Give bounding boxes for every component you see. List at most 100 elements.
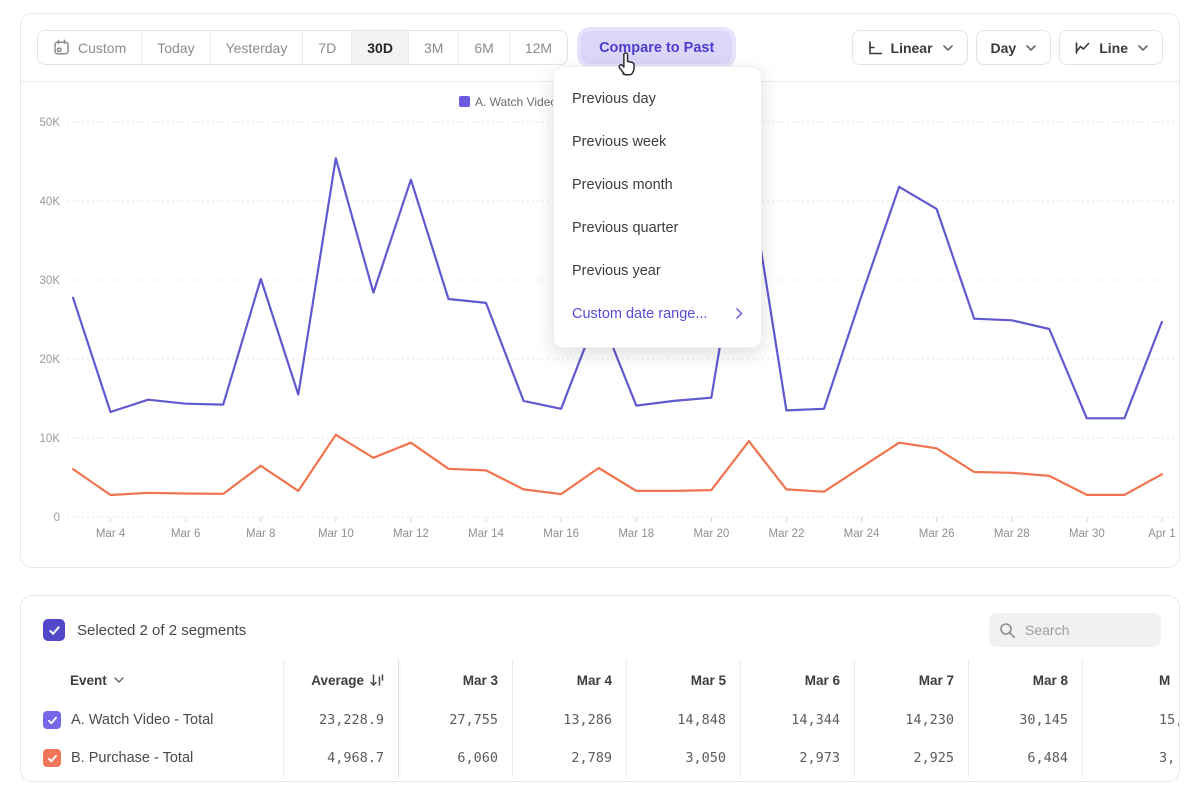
column-header-mar-5[interactable]: Mar 5	[627, 659, 741, 701]
granularity-select-label: Day	[991, 40, 1017, 56]
sort-descending-icon	[370, 674, 384, 687]
menu-item-previous-quarter[interactable]: Previous quarter	[554, 206, 761, 249]
series-line-b	[73, 435, 1162, 495]
x-axis-tick-label: Mar 12	[393, 528, 429, 540]
menu-item-previous-year[interactable]: Previous year	[554, 249, 761, 292]
value-cell: 13,286	[513, 701, 627, 739]
value-cell: 14,230	[855, 701, 969, 739]
average-value: 4,968.7	[327, 750, 384, 766]
x-axis-tick-label: Mar 30	[1069, 528, 1105, 540]
value-cell: 14,848	[627, 701, 741, 739]
segment-label-cell: B. Purchase - Total	[21, 739, 284, 777]
chart-type-select-button[interactable]: Line	[1059, 30, 1163, 65]
range-button-6m[interactable]: 6M	[459, 31, 509, 64]
segment-label-cell: A. Watch Video - Total	[21, 701, 284, 739]
date-header-label: Mar 3	[463, 673, 498, 688]
select-all-checkbox[interactable]	[43, 619, 65, 641]
value-cell: 30,145	[969, 701, 1083, 739]
date-header-label: Mar 6	[805, 673, 840, 688]
date-header-label: Mar 8	[1033, 673, 1068, 688]
range-button-label: 3M	[424, 40, 443, 56]
range-button-30d[interactable]: 30D	[352, 31, 409, 64]
range-button-today[interactable]: Today	[142, 31, 210, 64]
menu-item-previous-day[interactable]: Previous day	[554, 77, 761, 120]
range-button-7d[interactable]: 7D	[303, 31, 352, 64]
range-button-label: 6M	[474, 40, 493, 56]
cell-value: 3,050	[685, 750, 726, 766]
date-header-label: Mar 4	[577, 673, 612, 688]
segments-header: Selected 2 of 2 segments	[21, 596, 1179, 655]
value-cell: 6,060	[399, 739, 513, 777]
cell-value: 30,145	[1019, 712, 1068, 728]
column-header-mar-7[interactable]: Mar 7	[855, 659, 969, 701]
scale-select-button[interactable]: Linear	[852, 30, 968, 65]
cell-value: 6,060	[457, 750, 498, 766]
column-header-mar-3[interactable]: Mar 3	[399, 659, 513, 701]
clipped-value-cell: 15,	[1083, 701, 1180, 739]
x-axis-tick-label: Apr 1	[1148, 528, 1176, 540]
segment-label: B. Purchase - Total	[71, 750, 193, 766]
range-button-3m[interactable]: 3M	[409, 31, 459, 64]
value-cell: 2,973	[741, 739, 855, 777]
clipped-cell-value: 15,	[1159, 712, 1180, 728]
column-header-mar-4[interactable]: Mar 4	[513, 659, 627, 701]
y-axis-tick-label: 40K	[40, 196, 61, 208]
chevron-down-icon	[1138, 45, 1148, 51]
cell-value: 27,755	[449, 712, 498, 728]
granularity-select-button[interactable]: Day	[976, 30, 1052, 65]
table-row: B. Purchase - Total 4,968.7 6,060 2,789 3,05…	[21, 739, 1179, 777]
segment-checkbox[interactable]	[43, 711, 61, 729]
cell-value: 13,286	[563, 712, 612, 728]
range-button-12m[interactable]: 12M	[510, 31, 567, 64]
search-input[interactable]	[1025, 622, 1145, 638]
line-chart-icon	[1074, 40, 1091, 56]
column-header-event[interactable]: Event	[21, 659, 284, 701]
segments-search	[989, 613, 1161, 647]
column-header-average[interactable]: Average	[284, 659, 399, 701]
range-button-label: 30D	[367, 40, 393, 56]
menu-item-custom-date-range[interactable]: Custom date range...	[554, 292, 761, 335]
table-header-row: EventAverage Mar 3 Mar 4 Mar 5 Mar 6 Mar 7 Mar…	[21, 659, 1179, 701]
menu-item-previous-week[interactable]: Previous week	[554, 120, 761, 163]
chart-type-select-label: Line	[1099, 40, 1128, 56]
value-cell: 6,484	[969, 739, 1083, 777]
clipped-header-label: M	[1159, 673, 1170, 688]
value-cell: 2,789	[513, 739, 627, 777]
chevron-right-icon	[736, 308, 743, 319]
calendar-icon	[53, 39, 70, 56]
segment-checkbox[interactable]	[43, 749, 61, 767]
average-cell: 4,968.7	[284, 739, 399, 777]
date-header-label: Mar 5	[691, 673, 726, 688]
range-button-label: Yesterday	[226, 40, 288, 56]
value-cell: 3,050	[627, 739, 741, 777]
x-axis-tick-label: Mar 16	[543, 528, 579, 540]
compare-to-past-button[interactable]: Compare to Past	[581, 31, 732, 64]
clipped-value-cell: 3,	[1083, 739, 1180, 777]
column-header-mar-6[interactable]: Mar 6	[741, 659, 855, 701]
cell-value: 2,973	[799, 750, 840, 766]
chart-controls: Linear Day Line	[852, 30, 1163, 65]
legend-swatch-a	[459, 96, 470, 107]
x-axis-tick-label: Mar 8	[246, 528, 275, 540]
column-header-mar-8[interactable]: Mar 8	[969, 659, 1083, 701]
compare-to-past-menu: Previous dayPrevious weekPrevious monthP…	[553, 66, 762, 348]
range-button-custom[interactable]: Custom	[38, 31, 142, 64]
chevron-down-icon	[1026, 45, 1036, 51]
x-axis-tick-label: Mar 26	[919, 528, 955, 540]
cell-value: 2,789	[571, 750, 612, 766]
y-axis-tick-label: 0	[54, 512, 60, 524]
x-axis-tick-label: Mar 14	[468, 528, 504, 540]
menu-item-previous-month[interactable]: Previous month	[554, 163, 761, 206]
y-axis-tick-label: 30K	[40, 275, 61, 287]
cell-value: 14,848	[677, 712, 726, 728]
range-button-label: 7D	[318, 40, 336, 56]
cell-value: 6,484	[1027, 750, 1068, 766]
average-value: 23,228.9	[319, 712, 384, 728]
x-axis-tick-label: Mar 24	[844, 528, 880, 540]
x-axis-tick-label: Mar 6	[171, 528, 200, 540]
range-button-yesterday[interactable]: Yesterday	[211, 31, 304, 64]
segments-table-card: Selected 2 of 2 segments EventAverage Mar…	[20, 595, 1180, 782]
range-button-label: Custom	[78, 40, 126, 56]
x-axis-tick-label: Mar 10	[318, 528, 354, 540]
scale-select-label: Linear	[891, 40, 933, 56]
